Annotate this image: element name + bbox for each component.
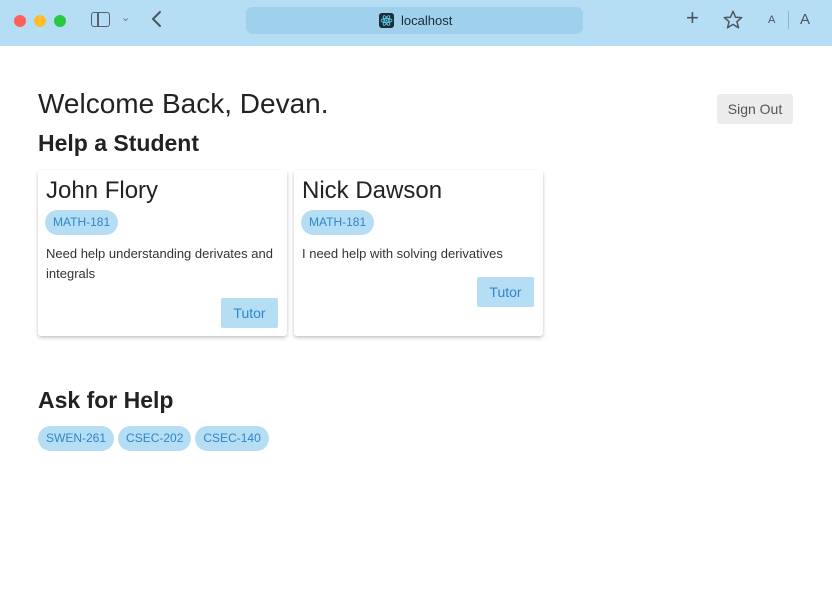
plus-icon[interactable]: + <box>686 5 699 31</box>
course-chip: MATH-181 <box>301 210 375 235</box>
request-description: Need help understanding derivates and in… <box>46 246 273 281</box>
tutor-button[interactable]: Tutor <box>221 298 278 328</box>
star-icon[interactable] <box>722 9 744 31</box>
welcome-heading: Welcome Back, Devan. <box>38 88 329 119</box>
course-chip-csec-140[interactable]: CSEC-140 <box>195 426 269 451</box>
text-smaller-button[interactable]: A <box>768 14 775 26</box>
help-request-card: John Flory MATH-181 Need help understand… <box>38 170 287 336</box>
ask-help-heading: Ask for Help <box>38 387 174 413</box>
sign-out-button[interactable]: Sign Out <box>717 94 793 124</box>
react-icon <box>379 13 394 28</box>
help-student-heading: Help a Student <box>38 130 200 156</box>
request-description: I need help with solving derivatives <box>302 246 503 261</box>
tutor-button[interactable]: Tutor <box>477 277 534 307</box>
course-chip-list: SWEN-261 CSEC-202 CSEC-140 <box>38 426 269 451</box>
student-name: John Flory <box>46 177 159 204</box>
toolbar-divider <box>788 11 789 29</box>
course-chip: MATH-181 <box>45 210 119 235</box>
course-chip-swen-261[interactable]: SWEN-261 <box>38 426 115 451</box>
close-window-button[interactable] <box>14 15 26 27</box>
browser-toolbar: ⌄ localhost + A A <box>0 0 832 46</box>
course-chip-csec-202[interactable]: CSEC-202 <box>118 426 192 451</box>
address-bar[interactable]: localhost <box>246 7 583 34</box>
chevron-down-icon[interactable]: ⌄ <box>121 11 130 24</box>
text-larger-button[interactable]: A <box>800 11 810 28</box>
address-text: localhost <box>401 13 453 28</box>
help-request-card: Nick Dawson MATH-181 I need help with so… <box>294 170 543 336</box>
sidebar-toggle-icon[interactable] <box>91 12 110 27</box>
student-name: Nick Dawson <box>302 177 443 204</box>
chevron-left-icon[interactable] <box>149 7 165 31</box>
minimize-window-button[interactable] <box>34 15 46 27</box>
maximize-window-button[interactable] <box>54 15 66 27</box>
